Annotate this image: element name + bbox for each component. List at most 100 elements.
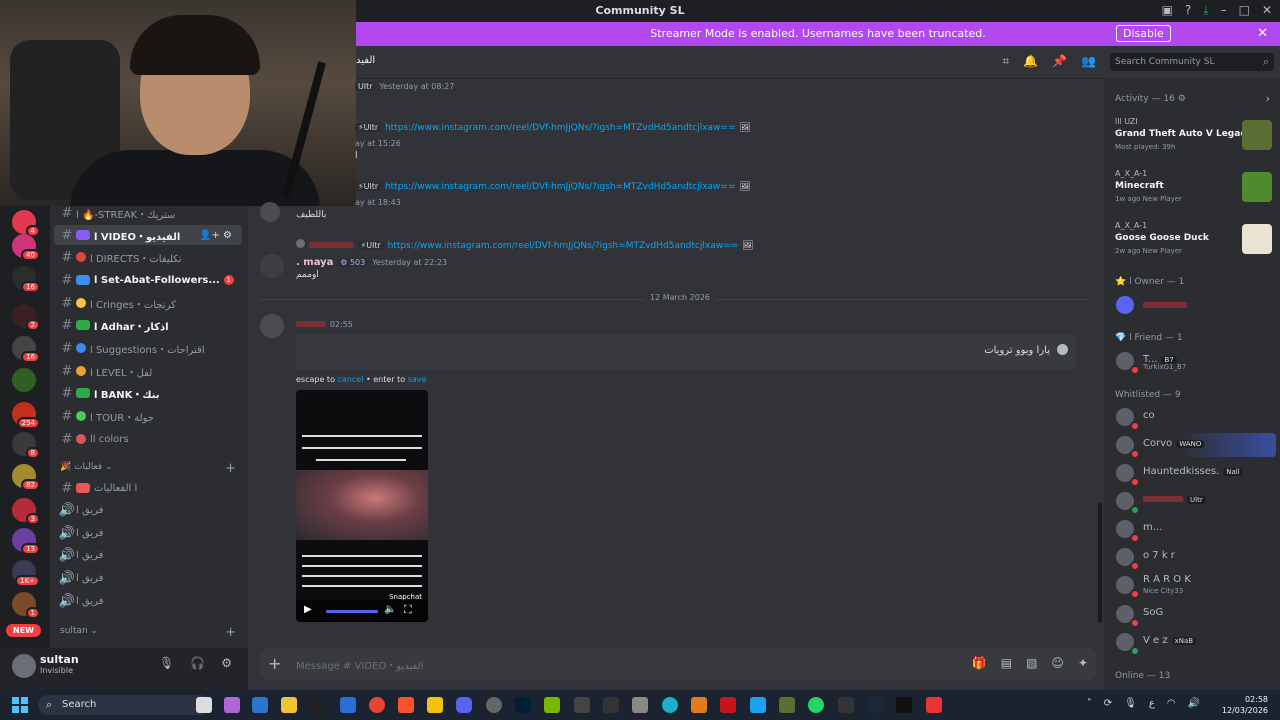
app-icon[interactable] xyxy=(427,697,443,713)
emoji-icon[interactable] xyxy=(1057,344,1068,355)
microphone-icon[interactable]: 🎙 xyxy=(159,656,174,670)
activity-header[interactable]: Activity — 16 ⚙ xyxy=(1115,94,1186,104)
emoji-icon[interactable]: ☺ xyxy=(1051,656,1064,670)
app-icon[interactable] xyxy=(574,697,590,713)
clock[interactable]: 02:58 12/03/2026 xyxy=(1222,694,1268,716)
sticker-icon[interactable]: ▧ xyxy=(1026,656,1037,670)
app-icon[interactable] xyxy=(750,697,766,713)
channel-item[interactable]: # ا Set-Abat-Followers... 1 xyxy=(54,270,242,290)
server-icon[interactable]: 2 xyxy=(12,304,40,331)
member-item[interactable] xyxy=(1110,293,1276,317)
chevron-right-icon[interactable]: › xyxy=(1266,92,1270,105)
channel-item[interactable]: # ا DIRECTS・تكليفات xyxy=(54,247,242,267)
fullscreen-icon[interactable]: ⛶ xyxy=(404,603,412,617)
threads-icon[interactable]: ⌗ xyxy=(1002,54,1009,69)
image-icon[interactable]: 🖼 xyxy=(739,182,750,192)
app-icon[interactable] xyxy=(224,697,240,713)
channel-item[interactable]: # ا Adhar・اذكار xyxy=(54,315,242,335)
folder-icon[interactable] xyxy=(281,697,297,713)
app-icon[interactable] xyxy=(486,697,502,713)
close-window-icon[interactable]: ✕ xyxy=(1262,3,1272,18)
member-item[interactable]: V e z xNaB xyxy=(1110,630,1276,656)
message-link[interactable]: https://www.instagram.com/reel/DVf-hmJjQ… xyxy=(385,182,736,192)
chrome-icon[interactable] xyxy=(369,697,385,713)
server-icon[interactable] xyxy=(12,368,36,392)
activity-card[interactable]: ااا UZI Grand Theft Auto V Legacy Most p… xyxy=(1110,115,1276,161)
voice-channel-item[interactable]: 🔊 فريق ا xyxy=(54,500,242,520)
save-link[interactable]: save xyxy=(408,375,427,384)
gear-icon[interactable]: ⚙ xyxy=(221,656,232,670)
image-icon[interactable]: 🖼 xyxy=(742,241,753,251)
member-item[interactable]: o 7 k r xyxy=(1110,545,1276,571)
member-item[interactable]: Hauntedkisses. Nall xyxy=(1110,461,1276,487)
play-icon[interactable]: ▶ xyxy=(304,604,312,615)
voice-channel-item[interactable]: 🔊 فريق ا xyxy=(54,568,242,588)
pin-icon[interactable]: 📌 xyxy=(1052,54,1067,69)
app-icon[interactable] xyxy=(926,697,942,713)
activity-card[interactable]: A_X_A-1 Goose Goose Duck 2w ago New Play… xyxy=(1110,219,1276,265)
member-item[interactable]: co xyxy=(1110,405,1276,431)
server-icon[interactable]: 13 xyxy=(12,528,40,555)
channel-item[interactable]: # ا الفعاليات xyxy=(54,478,242,498)
language-indicator[interactable]: ع xyxy=(1149,698,1155,709)
brave-icon[interactable] xyxy=(398,697,414,713)
member-item[interactable]: Corvo WANO xyxy=(1110,433,1276,459)
chevron-up-icon[interactable]: ˄ xyxy=(1087,698,1092,709)
taskbar-search[interactable]: ⌕ Search xyxy=(38,695,210,715)
volume-slider[interactable] xyxy=(326,610,378,613)
avatar[interactable] xyxy=(260,254,284,278)
channel-item[interactable]: # اا colors xyxy=(54,429,242,449)
server-icon[interactable]: 1 xyxy=(12,592,40,619)
app-icon[interactable] xyxy=(720,697,736,713)
download-icon[interactable]: ⤓ xyxy=(1203,3,1208,18)
inbox-icon[interactable]: ▣ xyxy=(1162,3,1173,18)
volume-icon[interactable]: 🔈 xyxy=(384,604,396,615)
video-attachment[interactable]: Snapchat ▶ 🔈 ⛶ xyxy=(296,390,428,622)
nvidia-icon[interactable] xyxy=(544,697,560,713)
app-icon[interactable] xyxy=(691,697,707,713)
member-item[interactable]: m... xyxy=(1110,517,1276,543)
channel-item[interactable]: # ا Suggestions・اقتراحات xyxy=(54,338,242,358)
mail-icon[interactable] xyxy=(603,697,619,713)
app-icon[interactable] xyxy=(896,697,912,713)
category-header[interactable]: 🎉 فعاليات ⌄ xyxy=(60,462,113,472)
server-icon[interactable]: 16 xyxy=(12,336,40,363)
channel-item[interactable]: # ا TOUR・جولة xyxy=(54,406,242,426)
voice-channel-item[interactable]: 🔊 فريق ا xyxy=(54,545,242,565)
windows-start-icon[interactable] xyxy=(12,697,28,713)
voice-channel-item[interactable]: 🔊 فريق ا xyxy=(54,523,242,543)
maximize-icon[interactable]: □ xyxy=(1239,3,1250,18)
server-icon[interactable]: 40 xyxy=(12,234,40,261)
search-input[interactable]: Search Community SL ⌕ xyxy=(1110,53,1274,71)
app-icon[interactable] xyxy=(838,697,854,713)
app-icon[interactable] xyxy=(310,697,326,713)
volume-icon[interactable]: 🔊 xyxy=(1188,698,1200,709)
app-icon[interactable] xyxy=(632,697,648,713)
member-item[interactable]: SoG xyxy=(1110,602,1276,628)
server-icon[interactable]: 4 xyxy=(12,210,40,237)
bell-icon[interactable]: 🔔 xyxy=(1023,54,1038,69)
server-icon[interactable]: 82 xyxy=(12,464,40,491)
image-icon[interactable]: 🖼 xyxy=(739,123,750,133)
headphones-icon[interactable]: 🎧 xyxy=(190,656,205,670)
message-link[interactable]: https://www.instagram.com/reel/DVf-hmJjQ… xyxy=(388,241,739,251)
help-icon[interactable]: ? xyxy=(1185,3,1191,18)
scrollbar-thumb[interactable] xyxy=(1098,503,1102,623)
steam-icon[interactable] xyxy=(867,697,883,713)
avatar[interactable] xyxy=(260,202,280,222)
mic-icon[interactable]: 🎙 xyxy=(1124,698,1137,709)
wifi-icon[interactable]: ◠ xyxy=(1167,698,1176,709)
settings-icon[interactable]: 👤+ ⚙ xyxy=(199,230,232,241)
channel-item[interactable]: # ا BANK・بنك xyxy=(54,383,242,403)
author-name[interactable]: . maya xyxy=(296,257,333,268)
apps-icon[interactable]: ✦ xyxy=(1078,656,1088,670)
channel-item[interactable]: # ا LEVEL・لفل xyxy=(54,361,242,381)
avatar[interactable] xyxy=(260,314,284,338)
member-item[interactable]: Ultr xyxy=(1110,489,1276,515)
app-icon[interactable] xyxy=(779,697,795,713)
app-icon[interactable] xyxy=(252,697,268,713)
close-banner-icon[interactable]: ✕ xyxy=(1257,26,1268,41)
app-icon[interactable] xyxy=(196,697,212,713)
gift-icon[interactable]: 🎁 xyxy=(972,656,987,670)
voice-channel-item[interactable]: 🔊 فريق ا xyxy=(54,591,242,611)
